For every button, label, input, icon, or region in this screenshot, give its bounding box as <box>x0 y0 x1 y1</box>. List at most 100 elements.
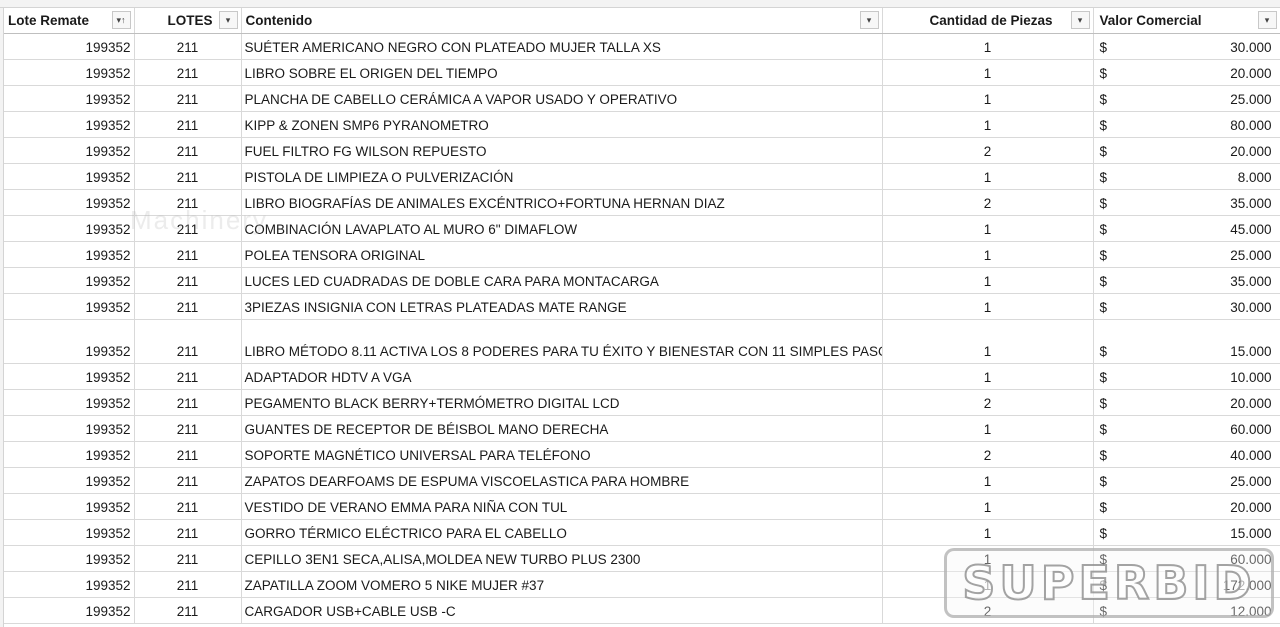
cell-cantidad[interactable]: 1 <box>882 241 1094 268</box>
cell-valor[interactable]: $20.000 <box>1093 137 1280 164</box>
cell-lote-remate[interactable]: 199352 <box>4 571 135 598</box>
cell-cantidad[interactable]: 2 <box>882 137 1094 164</box>
cell-valor[interactable]: $15.000 <box>1093 319 1280 364</box>
cell-cantidad[interactable]: 1 <box>882 319 1094 364</box>
cell-contenido[interactable]: POLEA TENSORA ORIGINAL <box>241 241 883 268</box>
filter-dropdown-icon[interactable]: ▾ <box>859 11 879 29</box>
cell-lote-remate[interactable]: 199352 <box>4 597 135 624</box>
cell-valor[interactable]: $40.000 <box>1093 441 1280 468</box>
cell-contenido[interactable]: GUANTES DE RECEPTOR DE BÉISBOL MANO DERE… <box>241 415 883 442</box>
cell-cantidad[interactable]: 1 <box>882 467 1094 494</box>
cell-valor[interactable]: $35.000 <box>1093 189 1280 216</box>
cell-valor[interactable]: $10.000 <box>1093 363 1280 390</box>
cell-lote-remate[interactable]: 199352 <box>4 137 135 164</box>
cell-lote-remate[interactable]: 199352 <box>4 111 135 138</box>
filter-dropdown-icon[interactable]: ▾ <box>1257 11 1277 29</box>
cell-lotes[interactable]: 211 <box>134 293 242 320</box>
cell-lote-remate[interactable]: 199352 <box>4 441 135 468</box>
cell-contenido[interactable]: KIPP & ZONEN SMP6 PYRANOMETRO <box>241 111 883 138</box>
cell-contenido[interactable]: LIBRO BIOGRAFÍAS DE ANIMALES EXCÉNTRICO+… <box>241 189 883 216</box>
cell-lotes[interactable]: 211 <box>134 545 242 572</box>
cell-cantidad[interactable]: 1 <box>882 293 1094 320</box>
filter-dropdown-icon[interactable]: ▾ <box>1070 11 1090 29</box>
cell-lote-remate[interactable]: 199352 <box>4 319 135 364</box>
cell-lote-remate[interactable]: 199352 <box>4 267 135 294</box>
cell-contenido[interactable]: PEGAMENTO BLACK BERRY+TERMÓMETRO DIGITAL… <box>241 389 883 416</box>
cell-contenido[interactable]: SOPORTE MAGNÉTICO UNIVERSAL PARA TELÉFON… <box>241 441 883 468</box>
cell-contenido[interactable]: PLANCHA DE CABELLO CERÁMICA A VAPOR USAD… <box>241 85 883 112</box>
cell-lotes[interactable]: 211 <box>134 415 242 442</box>
cell-contenido[interactable]: 3PIEZAS INSIGNIA CON LETRAS PLATEADAS MA… <box>241 293 883 320</box>
cell-lotes[interactable]: 211 <box>134 597 242 624</box>
cell-lote-remate[interactable]: 199352 <box>4 163 135 190</box>
cell-cantidad[interactable]: 1 <box>882 267 1094 294</box>
cell-contenido[interactable]: GORRO TÉRMICO ELÉCTRICO PARA EL CABELLO <box>241 519 883 546</box>
cell-valor[interactable]: $20.000 <box>1093 389 1280 416</box>
cell-lotes[interactable]: 211 <box>134 519 242 546</box>
cell-lote-remate[interactable]: 199352 <box>4 389 135 416</box>
cell-valor[interactable]: $25.000 <box>1093 85 1280 112</box>
cell-lotes[interactable]: 211 <box>134 493 242 520</box>
cell-valor[interactable]: $25.000 <box>1093 467 1280 494</box>
cell-cantidad[interactable]: 1 <box>882 33 1094 60</box>
cell-cantidad[interactable]: 1 <box>882 59 1094 86</box>
cell-contenido[interactable]: FUEL FILTRO FG WILSON REPUESTO <box>241 137 883 164</box>
cell-valor[interactable]: $80.000 <box>1093 111 1280 138</box>
cell-contenido[interactable]: CEPILLO 3EN1 SECA,ALISA,MOLDEA NEW TURBO… <box>241 545 883 572</box>
cell-contenido[interactable]: ZAPATOS DEARFOAMS DE ESPUMA VISCOELASTIC… <box>241 467 883 494</box>
cell-cantidad[interactable]: 1 <box>882 519 1094 546</box>
cell-lotes[interactable]: 211 <box>134 59 242 86</box>
cell-lote-remate[interactable]: 199352 <box>4 493 135 520</box>
cell-valor[interactable]: $15.000 <box>1093 519 1280 546</box>
cell-lotes[interactable]: 211 <box>134 571 242 598</box>
cell-lotes[interactable]: 211 <box>134 163 242 190</box>
cell-valor[interactable]: $45.000 <box>1093 215 1280 242</box>
cell-cantidad[interactable]: 1 <box>882 85 1094 112</box>
cell-cantidad[interactable]: 2 <box>882 389 1094 416</box>
cell-contenido[interactable]: ADAPTADOR HDTV A VGA <box>241 363 883 390</box>
cell-valor[interactable]: $30.000 <box>1093 33 1280 60</box>
cell-cantidad[interactable]: 2 <box>882 441 1094 468</box>
cell-lotes[interactable]: 211 <box>134 241 242 268</box>
cell-lotes[interactable]: 211 <box>134 267 242 294</box>
cell-lote-remate[interactable]: 199352 <box>4 59 135 86</box>
cell-valor[interactable]: $60.000 <box>1093 415 1280 442</box>
cell-contenido[interactable]: ZAPATILLA ZOOM VOMERO 5 NIKE MUJER #37 <box>241 571 883 598</box>
cell-contenido[interactable]: LIBRO SOBRE EL ORIGEN DEL TIEMPO <box>241 59 883 86</box>
cell-lote-remate[interactable]: 199352 <box>4 545 135 572</box>
cell-cantidad[interactable]: 1 <box>882 363 1094 390</box>
cell-valor[interactable]: $25.000 <box>1093 241 1280 268</box>
cell-lote-remate[interactable]: 199352 <box>4 363 135 390</box>
cell-valor[interactable]: $8.000 <box>1093 163 1280 190</box>
cell-lote-remate[interactable]: 199352 <box>4 33 135 60</box>
cell-lotes[interactable]: 211 <box>134 389 242 416</box>
cell-cantidad[interactable]: 1 <box>882 163 1094 190</box>
cell-lote-remate[interactable]: 199352 <box>4 189 135 216</box>
cell-contenido[interactable]: COMBINACIÓN LAVAPLATO AL MURO 6" DIMAFLO… <box>241 215 883 242</box>
sort-ascending-icon[interactable]: ▾↑ <box>111 11 131 29</box>
cell-contenido[interactable]: SUÉTER AMERICANO NEGRO CON PLATEADO MUJE… <box>241 33 883 60</box>
cell-lote-remate[interactable]: 199352 <box>4 241 135 268</box>
cell-cantidad[interactable]: 2 <box>882 189 1094 216</box>
cell-lotes[interactable]: 211 <box>134 85 242 112</box>
cell-lotes[interactable]: 211 <box>134 363 242 390</box>
cell-valor[interactable]: $20.000 <box>1093 493 1280 520</box>
cell-contenido[interactable]: VESTIDO DE VERANO EMMA PARA NIÑA CON TUL <box>241 493 883 520</box>
cell-cantidad[interactable]: 1 <box>882 215 1094 242</box>
cell-lote-remate[interactable]: 199352 <box>4 519 135 546</box>
cell-lotes[interactable]: 211 <box>134 467 242 494</box>
cell-valor[interactable]: $30.000 <box>1093 293 1280 320</box>
cell-lotes[interactable]: 211 <box>134 319 242 364</box>
cell-lote-remate[interactable]: 199352 <box>4 85 135 112</box>
cell-lotes[interactable]: 211 <box>134 33 242 60</box>
cell-lote-remate[interactable]: 199352 <box>4 467 135 494</box>
cell-contenido[interactable]: CARGADOR USB+CABLE USB -C <box>241 597 883 624</box>
cell-cantidad[interactable]: 1 <box>882 415 1094 442</box>
cell-contenido[interactable]: LIBRO MÉTODO 8.11 ACTIVA LOS 8 PODERES P… <box>241 319 883 364</box>
cell-lotes[interactable]: 211 <box>134 137 242 164</box>
cell-lote-remate[interactable]: 199352 <box>4 215 135 242</box>
cell-lotes[interactable]: 211 <box>134 441 242 468</box>
cell-cantidad[interactable]: 1 <box>882 493 1094 520</box>
cell-lote-remate[interactable]: 199352 <box>4 415 135 442</box>
cell-valor[interactable]: $35.000 <box>1093 267 1280 294</box>
